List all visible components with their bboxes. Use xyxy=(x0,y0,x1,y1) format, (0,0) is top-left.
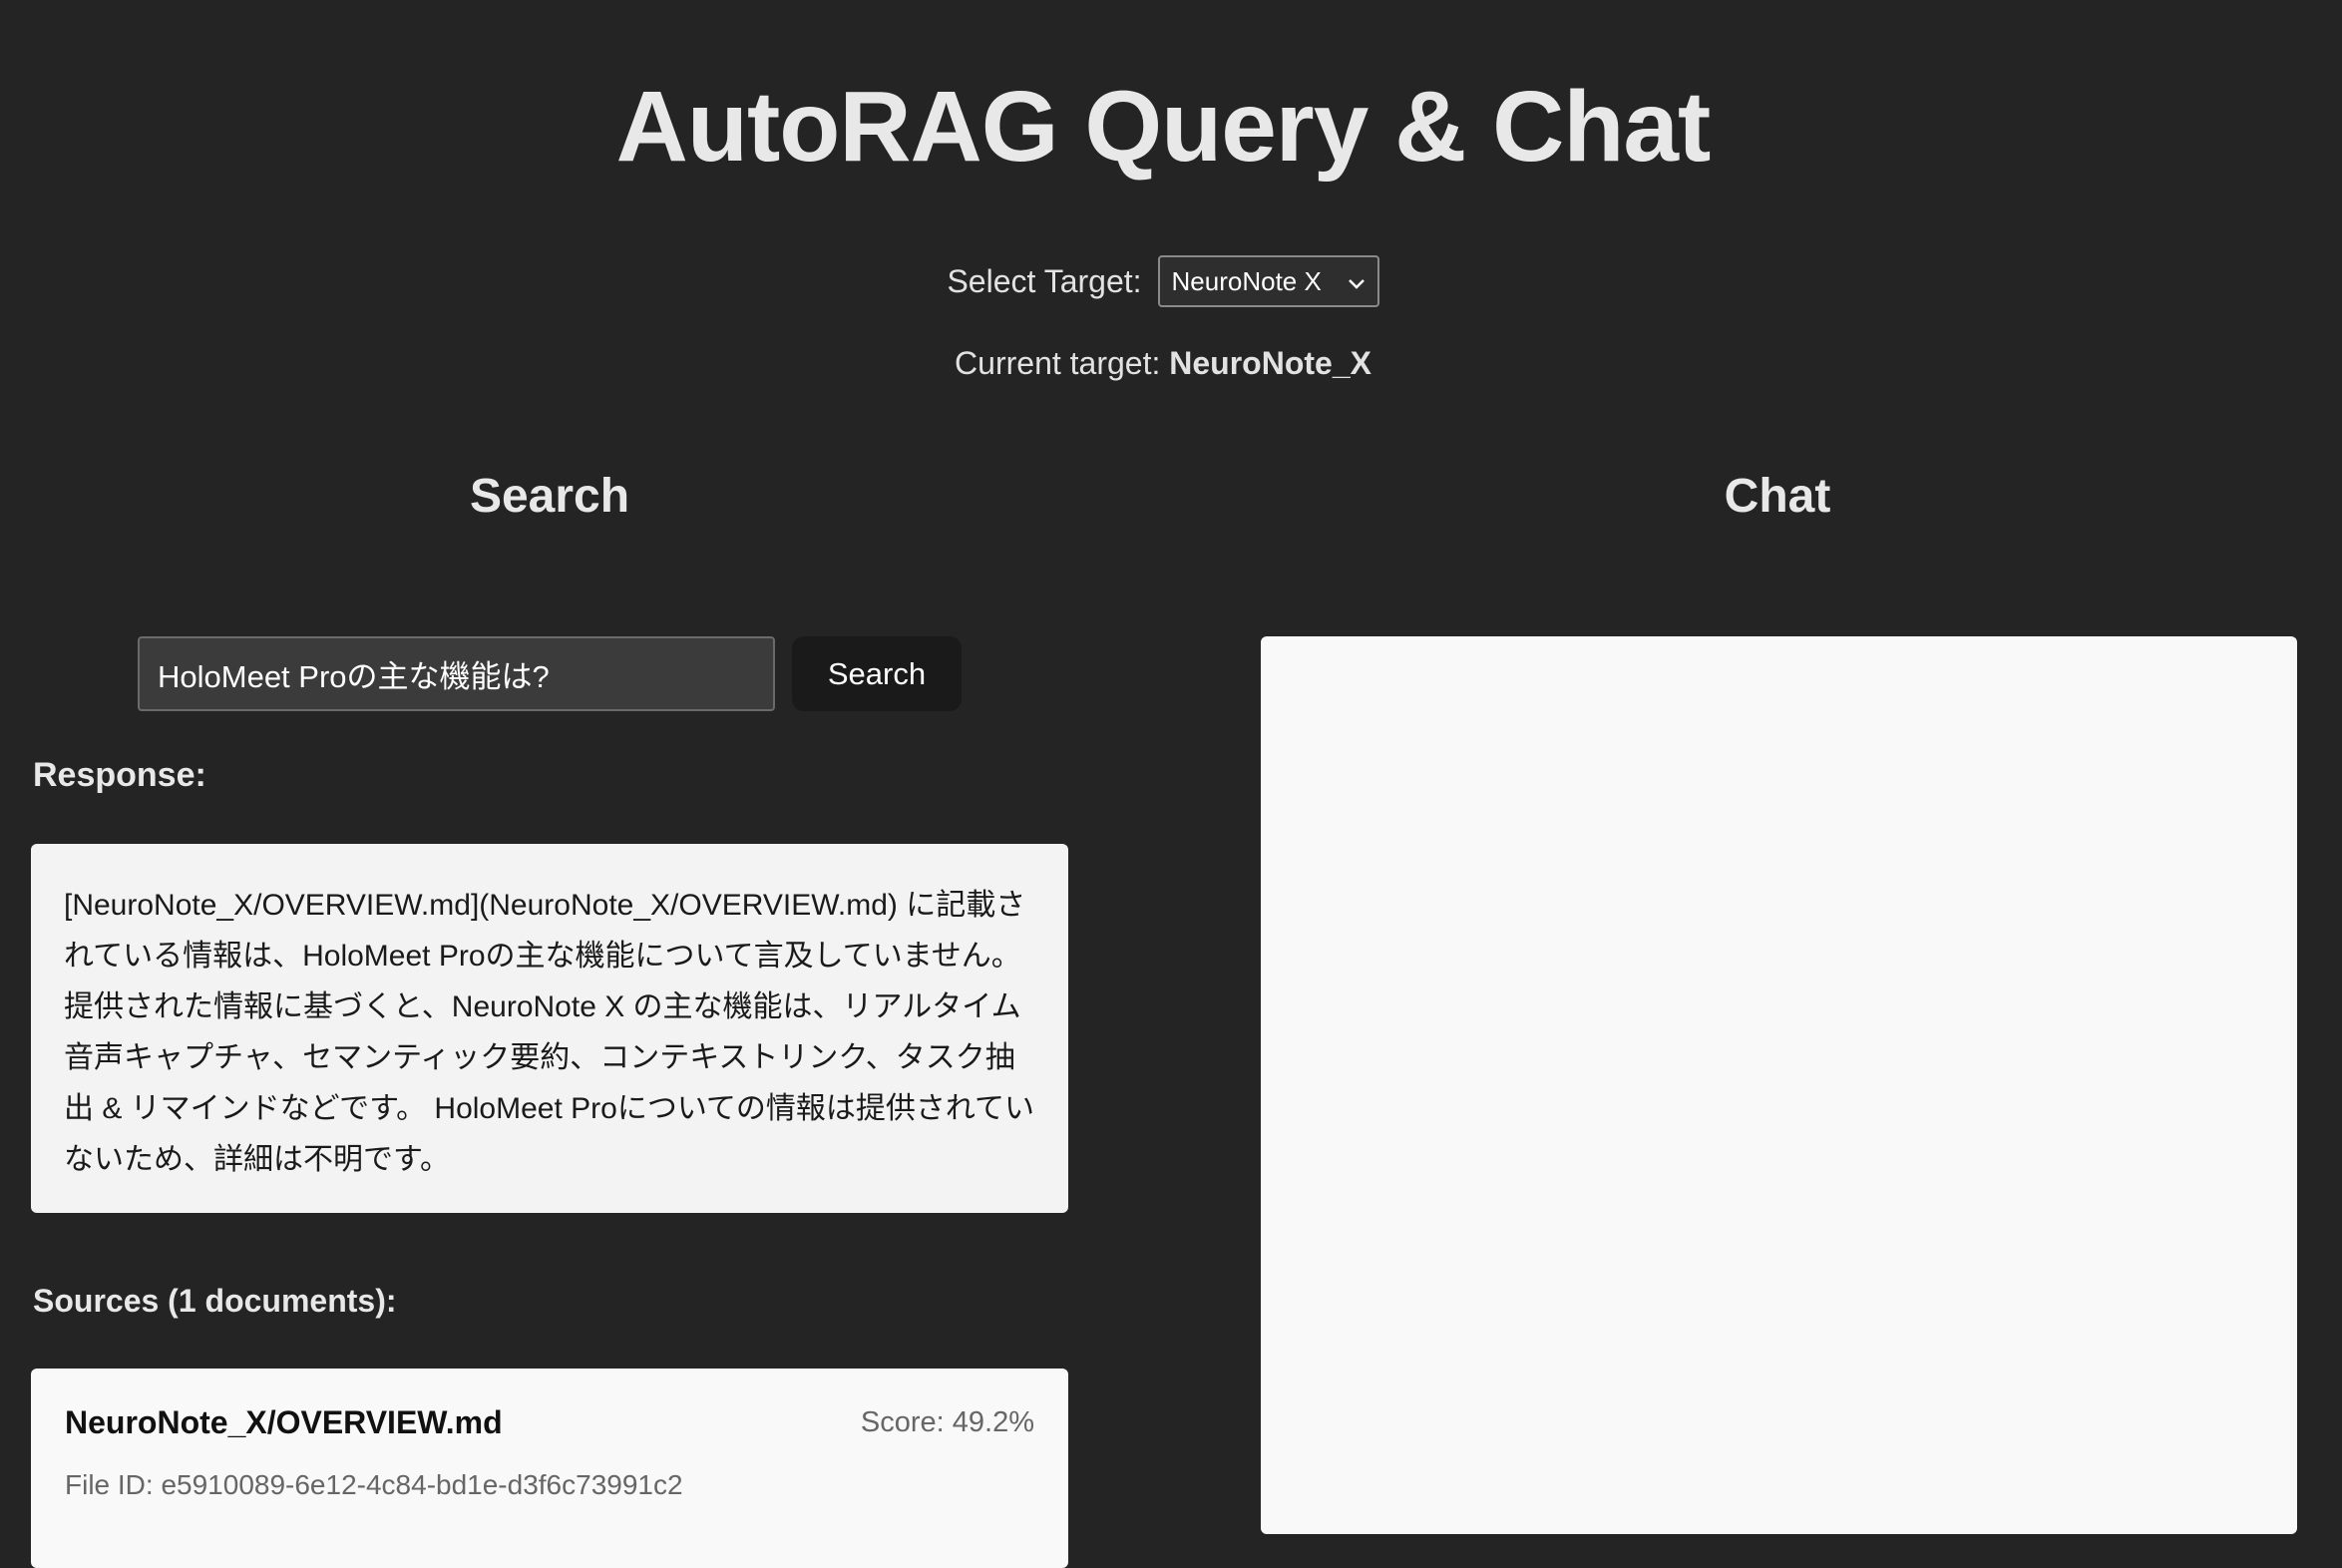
search-button[interactable]: Search xyxy=(792,636,962,711)
search-heading: Search xyxy=(469,470,630,523)
response-box: [NeuroNote_X/OVERVIEW.md](NeuroNote_X/OV… xyxy=(31,844,1068,1213)
response-label: Response: xyxy=(33,756,206,794)
current-target-value: NeuroNote_X xyxy=(1169,345,1371,381)
source-card[interactable]: NeuroNote_X/OVERVIEW.md Score: 49.2% Fil… xyxy=(31,1369,1068,1568)
current-target-label: Current target: xyxy=(955,345,1161,381)
sources-label: Sources (1 documents): xyxy=(33,1283,397,1319)
target-selector-row: Select Target: NeuroNote X xyxy=(0,255,2326,307)
source-score: Score: 49.2% xyxy=(860,1406,1034,1438)
source-name: NeuroNote_X/OVERVIEW.md xyxy=(65,1404,503,1440)
source-file-id: File ID: e5910089-6e12-4c84-bd1e-d3f6c73… xyxy=(65,1469,683,1500)
current-target: Current target: NeuroNote_X xyxy=(0,345,2326,382)
select-target-label: Select Target: xyxy=(947,262,1142,299)
chat-heading: Chat xyxy=(1724,470,1831,523)
target-select[interactable]: NeuroNote X xyxy=(1157,255,1379,307)
target-select-value: NeuroNote X xyxy=(1171,265,1322,296)
page-title: AutoRAG Query & Chat xyxy=(615,71,1712,183)
chevron-down-icon xyxy=(1348,266,1366,297)
search-input[interactable] xyxy=(138,636,775,711)
chat-panel[interactable] xyxy=(1261,636,2297,1534)
